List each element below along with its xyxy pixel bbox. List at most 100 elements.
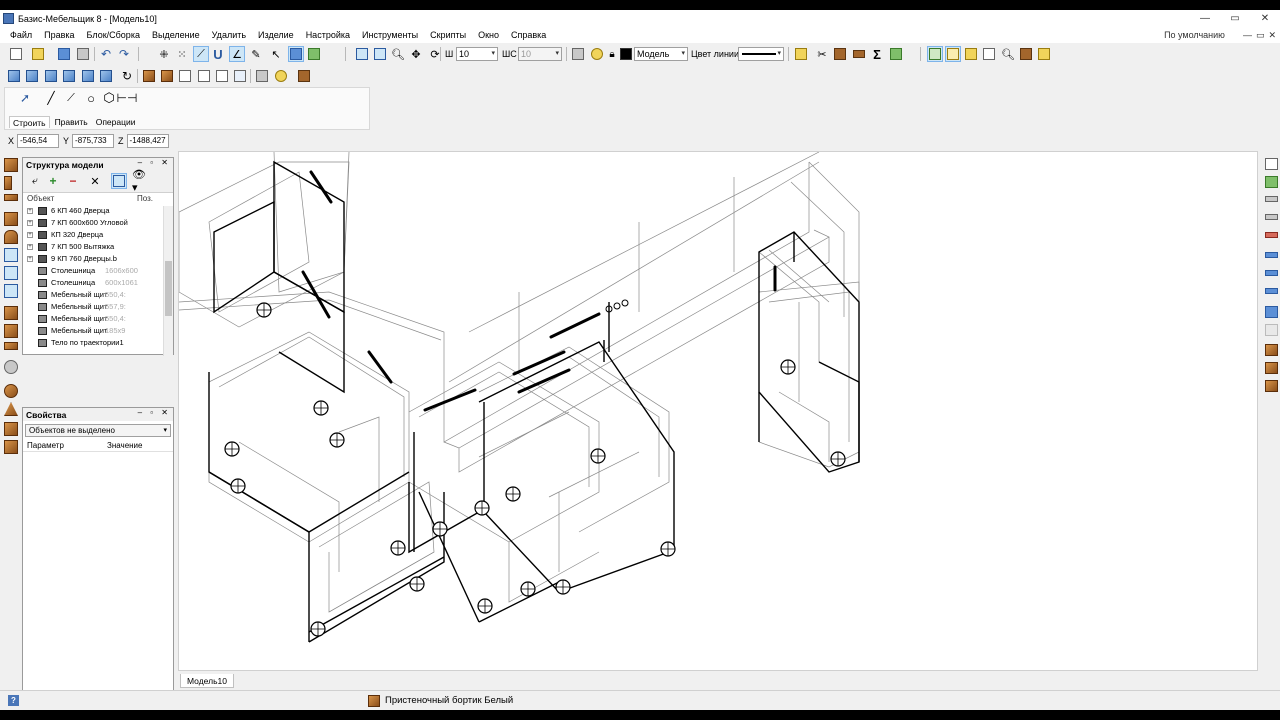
grid-snap-icon[interactable]: ⁙: [174, 46, 190, 62]
mdi-minimize-icon[interactable]: —: [1243, 30, 1252, 40]
select-mode-icon[interactable]: [927, 46, 943, 62]
polyline-tool-icon[interactable]: ⟋: [63, 90, 79, 106]
drawer-icon[interactable]: [4, 306, 18, 320]
snap-points-icon[interactable]: ⁜: [156, 46, 172, 62]
menu-scripts[interactable]: Скрипты: [424, 30, 472, 40]
layer-dropdown[interactable]: Модель ▾: [634, 47, 688, 61]
properties-view-icon[interactable]: [1265, 158, 1278, 170]
line-type-dropdown[interactable]: ▾: [738, 47, 784, 61]
tree-row[interactable]: Столешница 600x1061: [23, 277, 163, 289]
filter-icon[interactable]: [111, 173, 127, 189]
dimension-tool-icon[interactable]: ⊢⊣: [117, 90, 138, 106]
panel-controls[interactable]: – ▫ ✕: [138, 158, 171, 167]
view-iso-icon[interactable]: [80, 68, 96, 84]
body-icon[interactable]: [4, 440, 18, 454]
box-view-icon[interactable]: [1018, 46, 1034, 62]
color-swatch-icon[interactable]: [618, 46, 634, 62]
curved-panel-icon[interactable]: [4, 230, 18, 244]
menu-product[interactable]: Изделие: [252, 30, 300, 40]
layers-icon[interactable]: [570, 46, 586, 62]
expand-icon[interactable]: +: [27, 232, 33, 238]
angle-snap-icon[interactable]: ∠: [229, 46, 245, 62]
preset-dropdown[interactable]: По умолчанию: [1164, 30, 1239, 40]
sphere-icon[interactable]: [4, 384, 18, 398]
hardware-icon[interactable]: [4, 360, 18, 374]
texture-direction-icon[interactable]: [1265, 306, 1278, 318]
zoom-window-icon[interactable]: [372, 46, 388, 62]
menu-block[interactable]: Блок/Сборка: [81, 30, 146, 40]
display-mode-icon[interactable]: [296, 68, 312, 84]
menu-delete[interactable]: Удалить: [206, 30, 252, 40]
menu-settings[interactable]: Настройка: [300, 30, 356, 40]
tree-row[interactable]: + КП 320 Дверца: [23, 229, 163, 241]
tree-row[interactable]: Мебельный щит 185x9: [23, 325, 163, 337]
pan-icon[interactable]: ✥: [408, 46, 424, 62]
menu-tools[interactable]: Инструменты: [356, 30, 424, 40]
line-width-field[interactable]: 10 ▾: [456, 47, 498, 61]
render-hidden-icon[interactable]: [214, 68, 230, 84]
edge-band-4-icon[interactable]: [1265, 270, 1278, 276]
circle-tool-icon[interactable]: ○: [83, 90, 99, 106]
render-shaded-icon[interactable]: [159, 68, 175, 84]
remove-icon[interactable]: −: [65, 173, 81, 189]
texture-icon[interactable]: [1036, 46, 1052, 62]
undo-icon[interactable]: ↶: [98, 46, 114, 62]
disabled-tool-icon[interactable]: [1265, 324, 1278, 336]
help-icon[interactable]: ?: [8, 695, 19, 706]
horizontal-divider-icon[interactable]: [4, 284, 18, 298]
tree-row[interactable]: Мебельный щит 550,4:: [23, 313, 163, 325]
tree-row[interactable]: Тело по траектории1: [23, 337, 163, 349]
render-wire-icon[interactable]: [196, 68, 212, 84]
measure-icon[interactable]: ✎: [248, 46, 264, 62]
cursor-tool-icon[interactable]: ➚: [17, 90, 33, 106]
line-tool-icon[interactable]: ╱: [43, 90, 59, 106]
edge-band-5-icon[interactable]: [1265, 288, 1278, 294]
selection-dropdown[interactable]: Объектов не выделено ▾: [25, 424, 171, 437]
edge-band-1-icon[interactable]: [1265, 196, 1278, 202]
ortho-icon[interactable]: ⟋: [193, 46, 209, 62]
expand-icon[interactable]: +: [27, 256, 33, 262]
panel-icon[interactable]: [832, 46, 848, 62]
wc-field[interactable]: 10 ▾: [518, 47, 562, 61]
x-coordinate-field[interactable]: -546,54: [17, 134, 60, 148]
tree-row[interactable]: Столешница 1606x600: [23, 265, 163, 277]
magnet-icon[interactable]: U: [210, 46, 226, 62]
grid-icon[interactable]: [981, 46, 997, 62]
cursor-icon[interactable]: ↖: [268, 46, 284, 62]
tab-operations[interactable]: Операции: [93, 116, 139, 128]
3d-viewport[interactable]: [178, 151, 1258, 671]
refresh-view-icon[interactable]: ↻: [119, 68, 135, 84]
tab-edit[interactable]: Править: [52, 116, 91, 128]
panel-controls[interactable]: – ▫ ✕: [138, 408, 171, 417]
restore-icon[interactable]: ▭: [1220, 10, 1250, 27]
view-left-icon[interactable]: [43, 68, 59, 84]
edge-band-2-icon[interactable]: [1265, 214, 1278, 220]
save-icon[interactable]: [56, 46, 72, 62]
tab-build[interactable]: Строить: [9, 116, 50, 128]
tree-row[interactable]: +7 КП 600х600 Угловой: [23, 217, 163, 229]
panel-back-icon[interactable]: [4, 212, 18, 226]
scissors-icon[interactable]: ✂: [814, 46, 830, 62]
polygon-tool-icon[interactable]: ⬡: [101, 90, 117, 106]
panel-horizontal-icon[interactable]: [4, 194, 18, 201]
open-folder-icon[interactable]: [30, 46, 46, 62]
edge-band-remove-icon[interactable]: [1265, 232, 1278, 238]
inspect-icon[interactable]: 🔍︎: [1000, 46, 1016, 62]
render-xray-icon[interactable]: [232, 68, 248, 84]
tab-model10[interactable]: Модель10: [180, 674, 234, 688]
edit-mode-icon[interactable]: [945, 46, 961, 62]
extrude-icon[interactable]: [4, 422, 18, 436]
tree-row[interactable]: +6 КП 460 Дверца: [23, 205, 163, 217]
expand-icon[interactable]: +: [27, 220, 33, 226]
material-icon[interactable]: [793, 46, 809, 62]
render-edges-icon[interactable]: [177, 68, 193, 84]
local-snap-icon[interactable]: [306, 46, 322, 62]
menu-file[interactable]: Файл: [0, 30, 38, 40]
visibility-icon[interactable]: 👁︎▾: [131, 169, 147, 194]
shelf-icon[interactable]: [4, 342, 18, 350]
close-icon[interactable]: ✕: [1250, 10, 1280, 27]
collapse-icon[interactable]: ⤶: [27, 173, 43, 189]
table-icon[interactable]: [963, 46, 979, 62]
tree-row[interactable]: +7 КП 500 Вытяжка: [23, 241, 163, 253]
accessories-icon[interactable]: [888, 46, 904, 62]
